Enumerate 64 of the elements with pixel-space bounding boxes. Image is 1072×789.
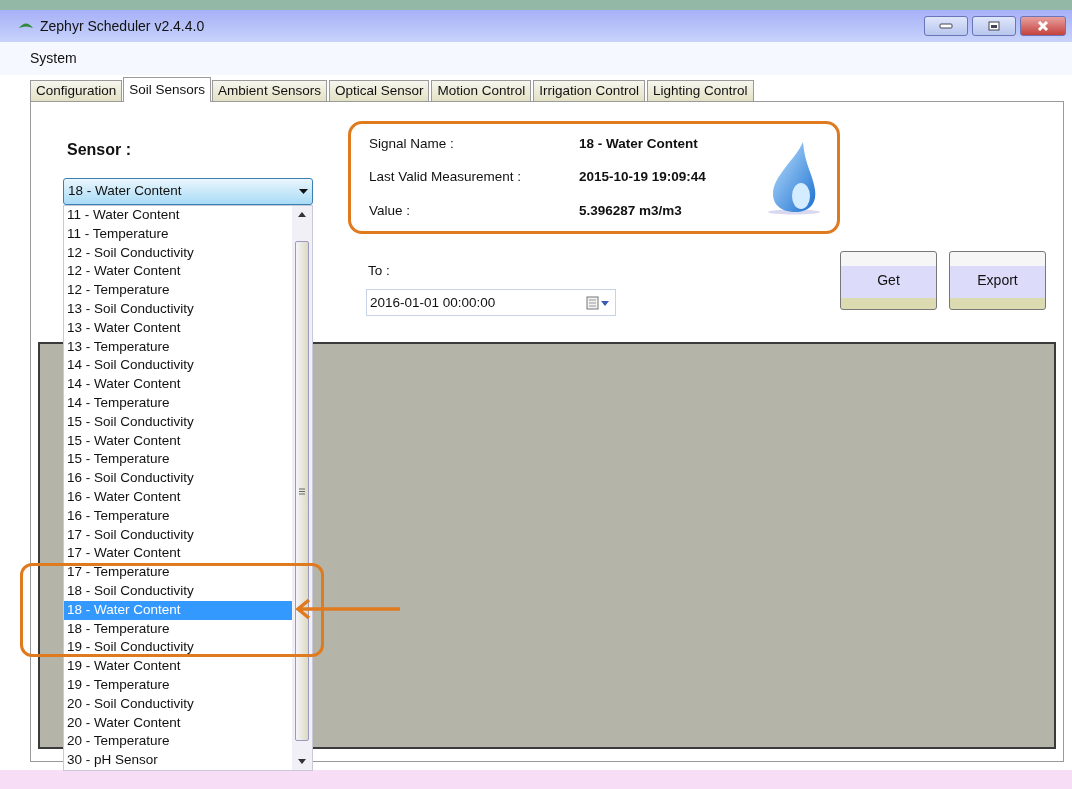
dropdown-option[interactable]: 20 - Soil Conductivity bbox=[64, 694, 292, 714]
dropdown-option[interactable]: 11 - Water Content bbox=[64, 206, 292, 225]
dropdown-option[interactable]: 15 - Water Content bbox=[64, 431, 292, 451]
info-label: Value : bbox=[369, 201, 412, 220]
dropdown-option[interactable]: 16 - Temperature bbox=[64, 506, 292, 526]
minimize-icon bbox=[939, 23, 953, 29]
scrollbar-thumb[interactable] bbox=[295, 241, 309, 741]
dropdown-option[interactable]: 19 - Water Content bbox=[64, 657, 292, 676]
dropdown-option[interactable]: 14 - Water Content bbox=[64, 375, 292, 394]
dropdown-option[interactable]: 19 - Soil Conductivity bbox=[64, 638, 292, 658]
maximize-button[interactable] bbox=[972, 16, 1016, 36]
scroll-down-icon bbox=[298, 758, 306, 764]
action-button[interactable]: Export bbox=[949, 251, 1046, 310]
dropdown-option[interactable]: 13 - Water Content bbox=[64, 318, 292, 338]
tab[interactable]: Ambient Sensors bbox=[212, 80, 327, 101]
info-label: Signal Name : bbox=[369, 135, 455, 154]
dropdown-option[interactable]: 16 - Water Content bbox=[64, 487, 292, 507]
dropdown-option[interactable]: 11 - Temperature bbox=[64, 224, 292, 244]
tab[interactable]: Configuration bbox=[30, 80, 123, 101]
dropdown-arrow-icon bbox=[299, 189, 308, 194]
sensor-label: Sensor : bbox=[67, 140, 132, 160]
tab[interactable]: Irrigation Control bbox=[533, 80, 646, 101]
to-label: To : bbox=[368, 262, 391, 280]
dropdown-option[interactable]: 12 - Water Content bbox=[64, 262, 292, 282]
close-button[interactable] bbox=[1020, 16, 1066, 36]
dropdown-option[interactable]: 19 - Temperature bbox=[64, 675, 292, 695]
dropdown-option[interactable]: 13 - Soil Conductivity bbox=[64, 300, 292, 319]
maximize-icon bbox=[988, 21, 1000, 31]
tab[interactable]: Lighting Control bbox=[647, 80, 754, 101]
date-field[interactable]: 2016-01-01 00:00:00 bbox=[366, 289, 616, 317]
dropdown-option[interactable]: 16 - Soil Conductivity bbox=[64, 469, 292, 488]
menu-item[interactable]: System bbox=[30, 48, 77, 69]
dropdown-option[interactable]: 17 - Temperature bbox=[64, 563, 292, 582]
dropdown-option[interactable]: 13 - Temperature bbox=[64, 337, 292, 357]
dropdown-option[interactable]: 18 - Soil Conductivity bbox=[64, 581, 292, 601]
tab[interactable]: Optical Sensor bbox=[328, 80, 430, 101]
calendar-icon bbox=[586, 295, 612, 310]
tab[interactable]: Soil Sensors bbox=[123, 77, 212, 102]
action-button[interactable]: Get bbox=[840, 251, 937, 310]
dropdown-option[interactable]: 15 - Temperature bbox=[64, 450, 292, 470]
sensor-dropdown[interactable]: 18 - Water Content bbox=[63, 178, 313, 205]
dropdown-option[interactable]: 12 - Soil Conductivity bbox=[64, 243, 292, 263]
info-value: 18 - Water Content bbox=[579, 135, 698, 154]
scroll-up-icon bbox=[298, 212, 306, 217]
scrollbar[interactable] bbox=[292, 206, 312, 770]
dropdown-option[interactable]: 15 - Soil Conductivity bbox=[64, 412, 292, 432]
minimize-button[interactable] bbox=[924, 16, 968, 36]
leaf-icon bbox=[18, 21, 34, 31]
dropdown-option[interactable]: 18 - Temperature bbox=[64, 619, 292, 639]
dropdown-option[interactable]: 14 - Temperature bbox=[64, 393, 292, 413]
window-title: Zephyr Scheduler v2.4.4.0 bbox=[40, 16, 205, 36]
dropdown-option[interactable]: 17 - Soil Conductivity bbox=[64, 525, 292, 545]
info-value: 5.396287 m3/m3 bbox=[579, 201, 682, 220]
grip-icon bbox=[299, 487, 305, 495]
info-value: 2015-10-19 19:09:44 bbox=[579, 168, 706, 187]
dropdown-option[interactable]: 12 - Temperature bbox=[64, 281, 292, 300]
dropdown-option[interactable]: 30 - pH Sensor bbox=[64, 751, 292, 770]
tab[interactable]: Motion Control bbox=[431, 80, 532, 101]
info-label: Last Valid Measurement : bbox=[369, 168, 523, 187]
dropdown-option[interactable]: 17 - Water Content bbox=[64, 544, 292, 564]
close-icon bbox=[1037, 21, 1049, 31]
dropdown-option[interactable]: 20 - Temperature bbox=[64, 732, 292, 752]
dropdown-option[interactable]: 14 - Soil Conductivity bbox=[64, 356, 292, 376]
dropdown-option[interactable]: 20 - Water Content bbox=[64, 713, 292, 733]
